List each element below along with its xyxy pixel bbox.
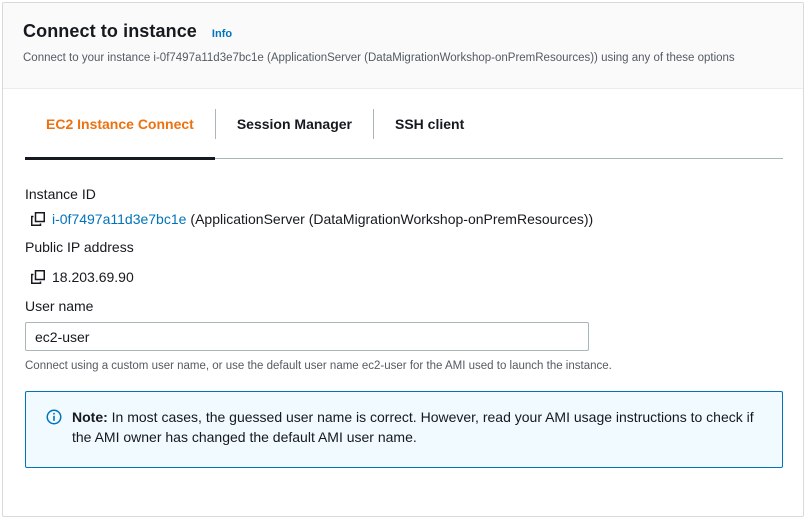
public-ip-row: 18.203.69.90 (25, 269, 783, 285)
info-circle-icon (46, 409, 62, 425)
instance-id-row: i-0f7497a11d3e7bc1e (ApplicationServer (… (25, 211, 783, 227)
info-link[interactable]: Info (212, 28, 232, 40)
instance-id-label: Instance ID (25, 186, 96, 202)
tab-ssh-client[interactable]: SSH client (374, 89, 485, 159)
note-strong: Note: (72, 409, 108, 425)
page-title: Connect to instance (23, 21, 197, 41)
copy-icon[interactable] (31, 212, 45, 226)
public-ip-label: Public IP address (25, 239, 134, 255)
user-name-input[interactable] (25, 322, 589, 351)
tab-bar: EC2 Instance Connect Session Manager SSH… (25, 89, 783, 160)
user-name-label: User name (25, 298, 94, 314)
public-ip-value: 18.203.69.90 (52, 269, 134, 285)
user-name-hint: Connect using a custom user name, or use… (25, 360, 612, 372)
tab-session-manager[interactable]: Session Manager (216, 89, 373, 159)
note-text: Note: In most cases, the guessed user na… (72, 407, 766, 447)
title-row: Connect to instance Info (23, 21, 783, 42)
connect-panel: Connect to instance Info Connect to your… (2, 2, 804, 517)
panel-header: Connect to instance Info Connect to your… (3, 3, 803, 89)
panel-body: EC2 Instance Connect Session Manager SSH… (3, 89, 803, 468)
tab-ec2-instance-connect[interactable]: EC2 Instance Connect (25, 89, 215, 160)
copy-icon[interactable] (31, 270, 45, 284)
instance-id-link[interactable]: i-0f7497a11d3e7bc1e (52, 211, 186, 227)
note-body: In most cases, the guessed user name is … (72, 409, 754, 445)
panel-description: Connect to your instance i-0f7497a11d3e7… (23, 52, 735, 64)
note-alert: Note: In most cases, the guessed user na… (25, 391, 783, 468)
instance-name: (ApplicationServer (DataMigrationWorksho… (190, 211, 594, 227)
